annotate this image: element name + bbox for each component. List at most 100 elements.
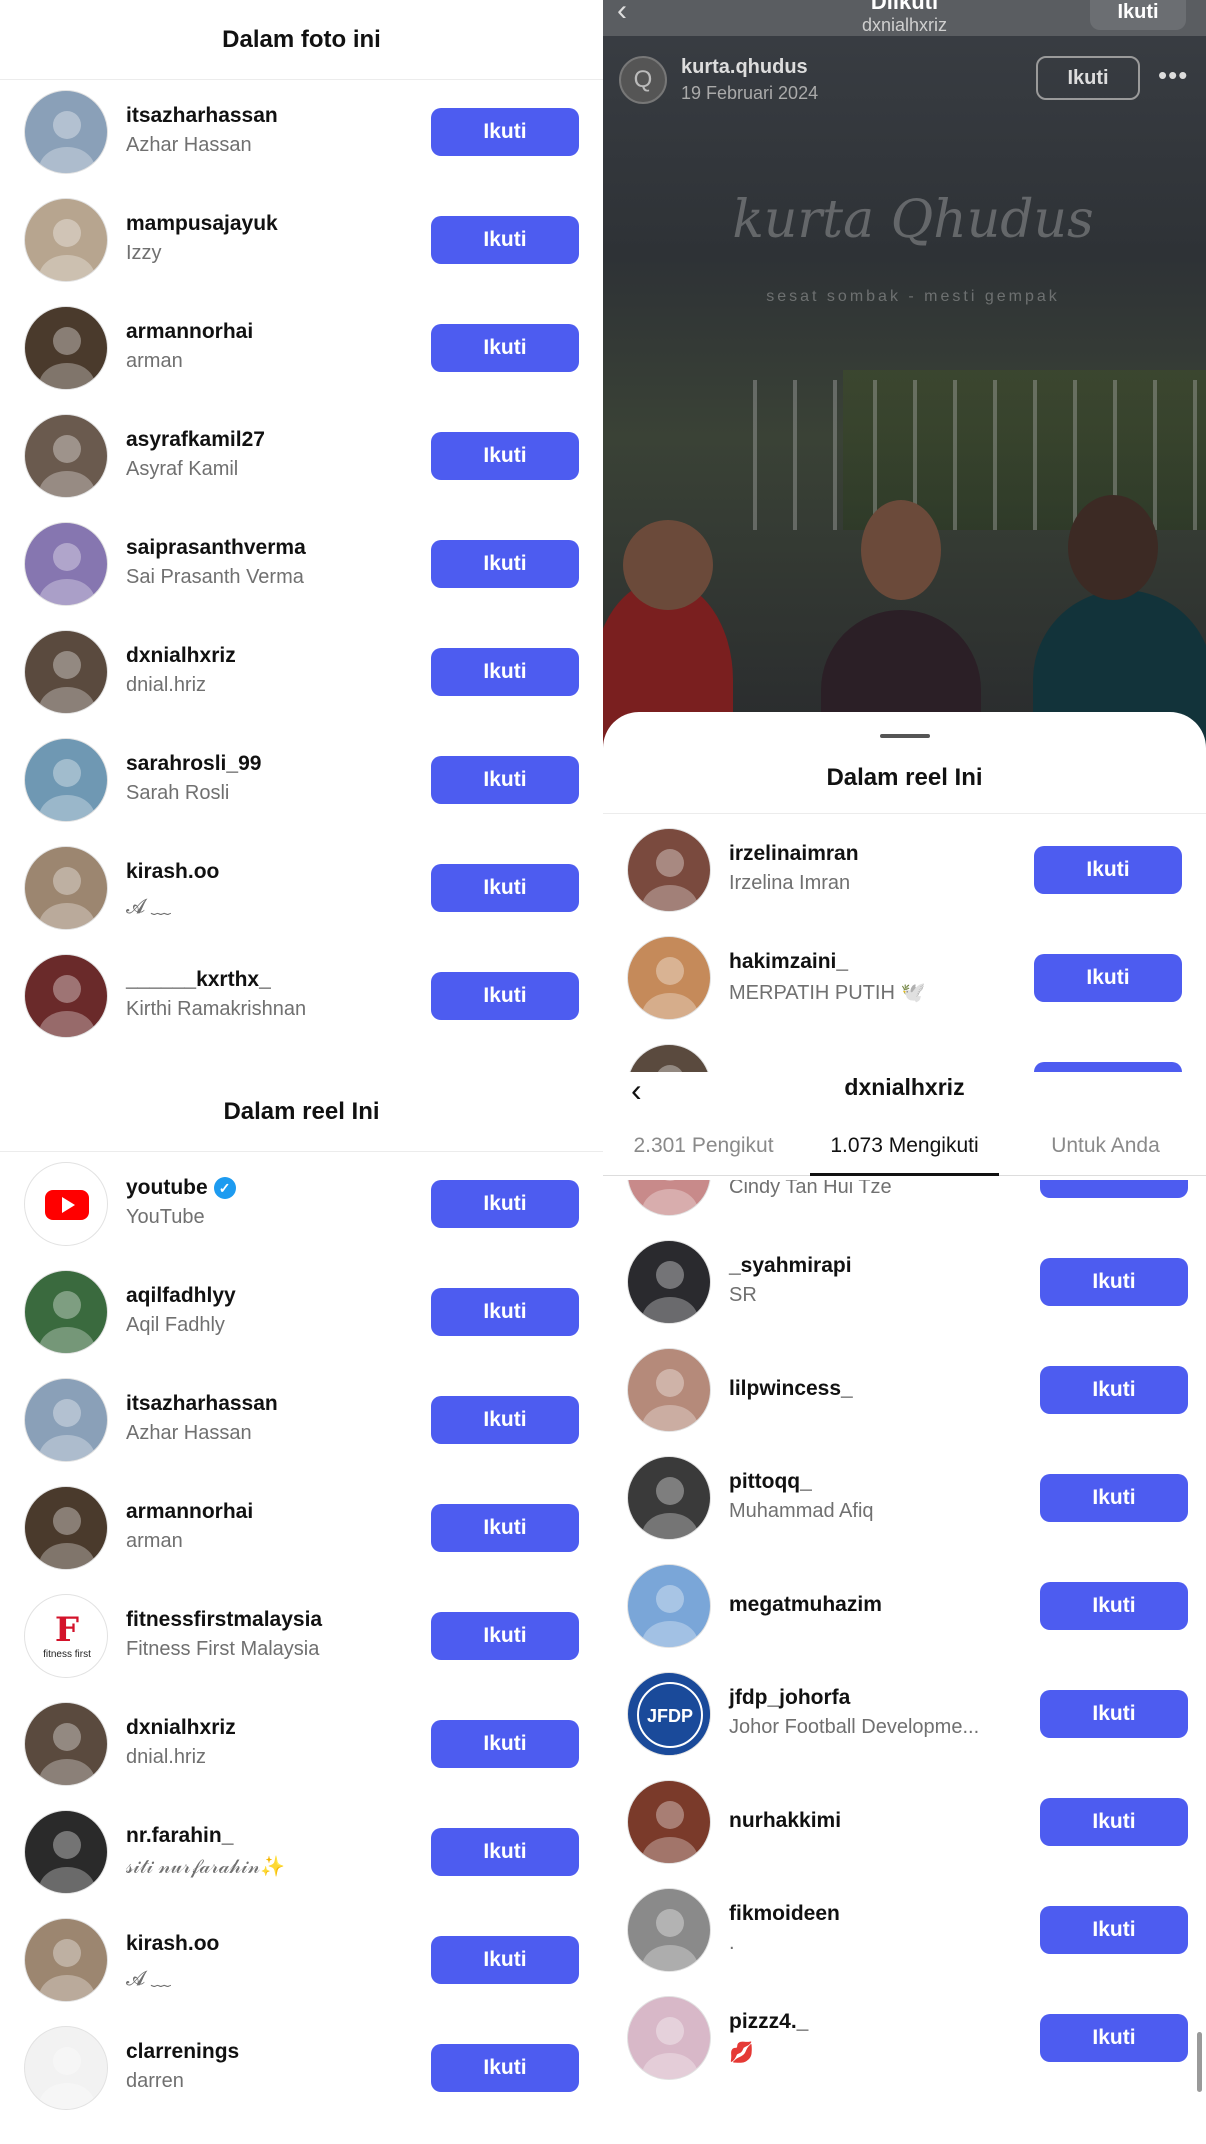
list-item[interactable]: mampusajayuk Izzy Ikuti <box>0 186 603 294</box>
more-options-icon[interactable]: ••• <box>1158 60 1188 91</box>
follow-button[interactable]: Ikuti <box>431 864 579 912</box>
avatar[interactable] <box>24 738 108 822</box>
follow-button[interactable]: Ikuti <box>1040 1474 1188 1522</box>
list-item[interactable]: itsazharhassan Azhar Hassan Ikuti <box>0 78 603 186</box>
follow-button[interactable]: Ikuti <box>431 216 579 264</box>
username[interactable]: dxnialhxriz <box>126 644 426 668</box>
username[interactable]: lilpwincess_ <box>729 1377 1029 1401</box>
avatar[interactable] <box>627 1044 711 1072</box>
list-item[interactable]: youtube ✓ YouTube Ikuti <box>0 1150 603 1258</box>
avatar[interactable] <box>24 2026 108 2110</box>
avatar[interactable] <box>24 198 108 282</box>
sheet-grabber[interactable] <box>880 734 930 738</box>
list-item[interactable]: nr.farahin_ 𝓈𝒾𝓉𝒾 𝓃𝓊𝓇𝒻𝒶𝓇𝒶𝒽𝒾𝓃✨ Ikuti <box>0 1798 603 1906</box>
tab-1[interactable]: 1.073 Mengikuti <box>804 1116 1005 1176</box>
username[interactable]: sarahrosli_99 <box>126 752 426 776</box>
avatar[interactable] <box>24 1810 108 1894</box>
avatar[interactable] <box>24 1378 108 1462</box>
username[interactable]: kirash.oo <box>126 860 426 884</box>
avatar[interactable] <box>627 1780 711 1864</box>
username[interactable]: pizzz4._ <box>729 2010 1029 2034</box>
list-item[interactable]: irzelinaimran Irzelina Imran Ikuti <box>603 816 1206 924</box>
follow-button[interactable]: Ikuti <box>431 1396 579 1444</box>
username[interactable]: nurhakkimi <box>729 1809 1029 1833</box>
follow-button[interactable]: Ikuti <box>1040 1798 1188 1846</box>
list-item[interactable]: JFDP jfdp_johorfa Johor Football Developme… <box>603 1660 1206 1768</box>
header-follow-button[interactable]: Ikuti <box>1090 0 1186 30</box>
avatar[interactable] <box>627 1996 711 2080</box>
avatar[interactable] <box>24 954 108 1038</box>
list-item[interactable]: lilpwincess_ Ikuti <box>603 1336 1206 1444</box>
avatar[interactable] <box>24 522 108 606</box>
tab-0[interactable]: 2.301 Pengikut <box>603 1116 804 1175</box>
tab-2[interactable]: Untuk Anda <box>1005 1116 1206 1175</box>
avatar[interactable] <box>24 1702 108 1786</box>
avatar[interactable] <box>627 1564 711 1648</box>
follow-button[interactable]: Ikuti <box>431 108 579 156</box>
youtube-icon[interactable] <box>24 1162 108 1246</box>
follow-button[interactable]: Ikuti <box>431 1288 579 1336</box>
jfdp-logo[interactable]: JFDP <box>627 1672 711 1756</box>
follow-button[interactable]: Ikuti <box>431 1936 579 1984</box>
avatar[interactable] <box>24 306 108 390</box>
follow-button[interactable]: Ikuti <box>1034 954 1182 1002</box>
follow-button[interactable]: Ikuti <box>431 2044 579 2092</box>
follow-button[interactable]: Ikuti <box>431 540 579 588</box>
avatar[interactable] <box>627 1888 711 1972</box>
list-item[interactable]: itsazharhassan Azhar Hassan Ikuti <box>0 1366 603 1474</box>
avatar[interactable] <box>627 1348 711 1432</box>
username[interactable]: ______kxrthx_ <box>126 968 426 992</box>
list-item[interactable]: dxnialhxriz dnial.hriz Ikuti <box>0 618 603 726</box>
list-item[interactable]: aqilfadhlyy Aqil Fadhly Ikuti <box>0 1258 603 1366</box>
list-item[interactable]: kirash.oo 𝓐 ﹏ Ikuti <box>0 1906 603 2014</box>
avatar[interactable] <box>24 630 108 714</box>
username[interactable]: armannorhai <box>126 320 426 344</box>
follow-button[interactable]: Ikuti <box>431 1720 579 1768</box>
avatar[interactable] <box>24 414 108 498</box>
follow-button[interactable]: Ikuti <box>431 324 579 372</box>
username[interactable]: clarrenings <box>126 2040 426 2064</box>
list-item[interactable]: nurhakkimi Ikuti <box>603 1768 1206 1876</box>
list-item[interactable]: clarrenings darren Ikuti <box>0 2014 603 2122</box>
avatar[interactable] <box>627 1240 711 1324</box>
follow-button[interactable]: Ikuti <box>431 1504 579 1552</box>
username[interactable]: youtube ✓ <box>126 1176 426 1200</box>
username[interactable]: aqilfadhlyy <box>126 1284 426 1308</box>
list-item[interactable]: armannorhai arman Ikuti <box>0 294 603 402</box>
username[interactable]: _syahmirapi <box>729 1254 1029 1278</box>
username[interactable]: asyrafkamil27 <box>126 428 426 452</box>
avatar[interactable] <box>627 1456 711 1540</box>
avatar[interactable] <box>627 828 711 912</box>
follow-button[interactable]: Ikuti <box>1040 1690 1188 1738</box>
list-item[interactable]: pizzz4._ 💋 Ikuti <box>603 1984 1206 2092</box>
avatar[interactable] <box>24 1486 108 1570</box>
list-item[interactable]: ______kxrthx_ Kirthi Ramakrishnan Ikuti <box>0 942 603 1050</box>
avatar[interactable] <box>24 1918 108 2002</box>
post-author[interactable]: Q kurta.qhudus 19 Februari 2024 <box>619 56 818 104</box>
list-item[interactable]: sarahrosli_99 Sarah Rosli Ikuti <box>0 726 603 834</box>
list-item[interactable]: hakimzaini_ MERPATIH PUTIH 🕊️ Ikuti <box>603 924 1206 1032</box>
list-item[interactable]: asyrafkamil27 Asyraf Kamil Ikuti <box>0 402 603 510</box>
username[interactable]: jfdp_johorfa <box>729 1686 1029 1710</box>
username[interactable]: itsazharhassan <box>126 1392 426 1416</box>
follow-button[interactable]: Ikuti <box>1040 1258 1188 1306</box>
follow-button[interactable]: Ikuti <box>1040 1906 1188 1954</box>
username[interactable]: saiprasanthverma <box>126 536 426 560</box>
list-item[interactable]: fikmoideen. Ikuti <box>603 1876 1206 1984</box>
username[interactable]: pittoqq_ <box>729 1470 1029 1494</box>
username[interactable]: megatmuhazim <box>729 1593 1029 1617</box>
username[interactable]: fikmoideen <box>729 1902 1029 1926</box>
post-follow-button[interactable]: Ikuti <box>1036 56 1140 100</box>
scrollbar[interactable] <box>1197 2032 1202 2092</box>
follow-button[interactable]: Ikuti <box>431 1612 579 1660</box>
list-item[interactable]: megatmuhazim Ikuti <box>603 1552 1206 1660</box>
follow-button[interactable]: Ikuti <box>1040 1582 1188 1630</box>
list-item[interactable]: _syahmirapi SR Ikuti <box>603 1228 1206 1336</box>
list-item[interactable]: kirash.oo 𝓐 ﹏ Ikuti <box>0 834 603 942</box>
username[interactable]: dxnialhxriz <box>126 1716 426 1740</box>
username[interactable]: armannorhai <box>126 1500 426 1524</box>
follow-button[interactable]: Ikuti <box>431 1180 579 1228</box>
follow-button[interactable]: Ikuti <box>1034 1062 1182 1072</box>
avatar[interactable] <box>24 1270 108 1354</box>
avatar[interactable] <box>627 936 711 1020</box>
